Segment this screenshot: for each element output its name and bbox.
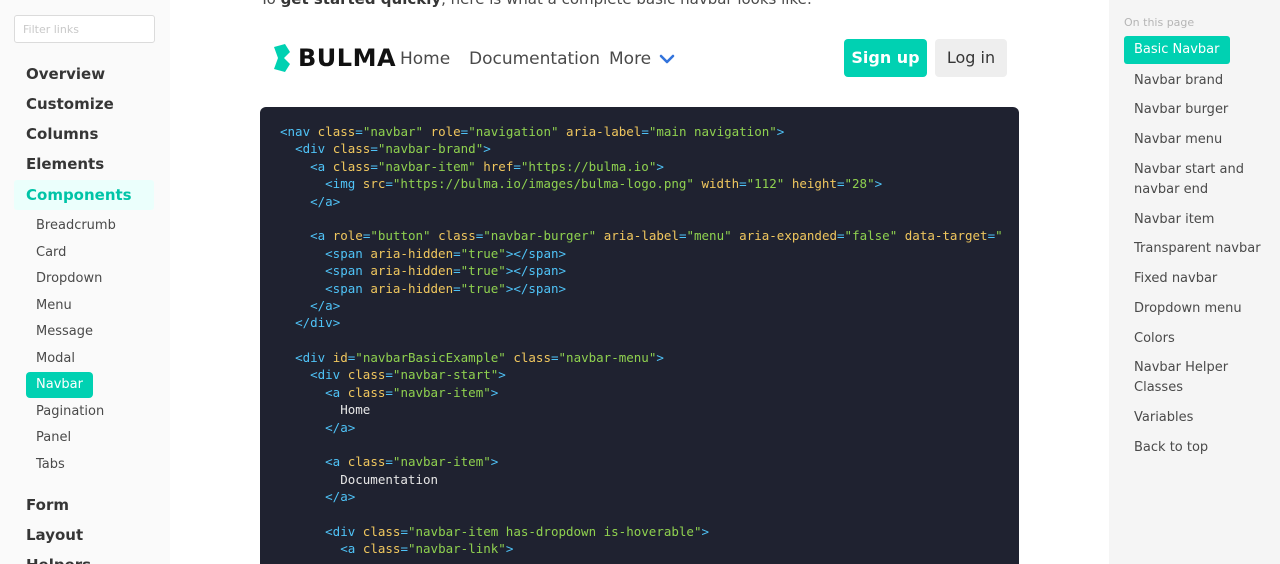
toc-item-variables[interactable]: Variables [1134,408,1262,428]
bulma-logo-icon [274,44,290,72]
toc-item-navbar-menu[interactable]: Navbar menu [1134,130,1262,150]
chevron-down-icon[interactable] [659,53,675,65]
sidebar-item-breadcrumb[interactable]: Breadcrumb [36,217,116,235]
toc-item-transparent-navbar[interactable]: Transparent navbar [1134,239,1262,259]
sidebar-item-pagination[interactable]: Pagination [36,403,104,421]
toc-item-navbar-burger[interactable]: Navbar burger [1134,100,1262,120]
code-line: <div class="navbar-brand"> [295,141,491,157]
sidebar-category-overview[interactable]: Overview [26,64,105,84]
code-lines: <nav class="navbar" role="navigation" ar… [280,123,1019,558]
code-line: <a class="navbar-item" href="https://bul… [310,158,664,174]
left-sidebar: Overview Customize Columns Elements Comp… [0,0,170,564]
sidebar-item-message[interactable]: Message [36,323,93,341]
toc-item-colors[interactable]: Colors [1134,329,1262,349]
code-line: <span aria-hidden="true"></span> [325,280,567,296]
code-line: <div class="navbar-start"> [310,367,506,383]
demo-nav-home[interactable]: Home [400,48,450,70]
intro-text: To get started quickly, here is what a c… [260,0,812,8]
sidebar-category-helpers[interactable]: Helpers [26,555,91,564]
sidebar-category-columns[interactable]: Columns [26,124,98,144]
toc-item-dropdown-menu[interactable]: Dropdown menu [1134,299,1262,319]
code-line: </a> [310,193,341,209]
sidebar-category-elements[interactable]: Elements [26,154,104,174]
demo-nav-more[interactable]: More [609,48,651,70]
demo-navbar-brand[interactable]: BULMA [270,44,396,72]
code-line: </a> [310,297,341,313]
toc-item-fixed-navbar[interactable]: Fixed navbar [1134,269,1262,289]
demo-nav-documentation[interactable]: Documentation [469,48,600,70]
code-line: <div id="navbarBasicExample" class="navb… [295,350,664,366]
sidebar-item-menu[interactable]: Menu [36,297,72,315]
sidebar-item-tabs[interactable]: Tabs [36,456,65,474]
code-line: Documentation [280,471,439,487]
sidebar-item-modal[interactable]: Modal [36,350,75,368]
code-block: <nav class="navbar" role="navigation" ar… [260,107,1019,564]
code-line: Home [280,402,371,418]
sidebar-item-card[interactable]: Card [36,244,66,262]
sign-up-button[interactable]: Sign up [844,39,927,77]
toc-item-helper-classes[interactable]: Navbar Helper Classes [1134,358,1262,398]
code-line: <a class="navbar-link"> [340,541,514,557]
toc-item-basic-navbar[interactable]: Basic Navbar [1124,36,1230,64]
code-line: <a class="navbar-item"> [325,454,499,470]
sidebar-category-form[interactable]: Form [26,495,69,515]
filter-links-input[interactable] [14,15,155,43]
sidebar-category-customize[interactable]: Customize [26,94,114,114]
sidebar-item-navbar[interactable]: Navbar [26,372,93,398]
code-line: </a> [325,489,356,505]
sidebar-category-layout[interactable]: Layout [26,525,83,545]
brand-name: BULMA [298,44,397,72]
toc-item-navbar-start-end[interactable]: Navbar start and navbar end [1134,160,1262,200]
code-line: <img src="https://bulma.io/images/bulma-… [325,176,883,192]
code-line: <a role="button" class="navbar-burger" a… [310,228,1003,244]
code-line: <a class="navbar-item"> [325,384,499,400]
code-line: <span aria-hidden="true"></span> [325,263,567,279]
code-line: </a> [325,419,356,435]
toc-item-navbar-brand[interactable]: Navbar brand [1134,71,1262,91]
sidebar-category-components[interactable]: Components [26,185,132,205]
log-in-button[interactable]: Log in [935,39,1007,77]
sidebar-item-panel[interactable]: Panel [36,429,71,447]
code-line: <nav class="navbar" role="navigation" ar… [280,124,785,139]
toc-item-back-to-top[interactable]: Back to top [1134,438,1262,458]
toc-item-navbar-item[interactable]: Navbar item [1134,210,1262,230]
code-line: </div> [295,315,341,331]
code-line: <span aria-hidden="true"></span> [325,245,567,261]
code-line: <div class="navbar-item has-dropdown is-… [325,523,709,539]
toc-title: On this page [1124,16,1195,29]
sidebar-item-dropdown[interactable]: Dropdown [36,270,102,288]
